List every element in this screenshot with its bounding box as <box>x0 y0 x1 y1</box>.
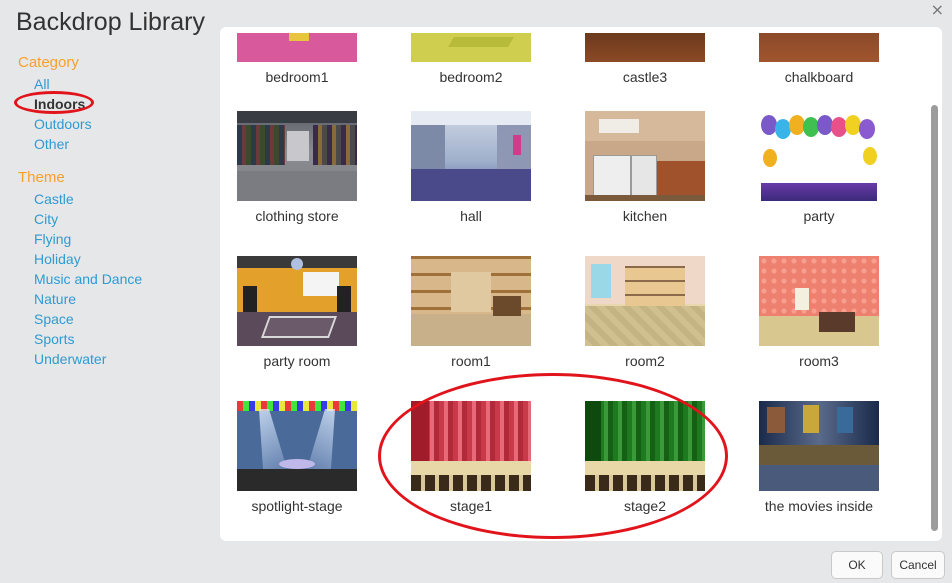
backdrop-thumbnail <box>411 401 531 491</box>
theme-underwater[interactable]: Underwater <box>18 349 208 369</box>
theme-castle[interactable]: Castle <box>18 189 208 209</box>
backdrop-label: bedroom1 <box>265 69 329 85</box>
backdrop-thumbnail <box>411 256 531 346</box>
backdrop-tile-the-movies-inside[interactable]: the movies inside <box>754 401 884 514</box>
backdrop-label: room3 <box>799 353 839 369</box>
backdrop-label: room1 <box>451 353 491 369</box>
thumb-area: bedroom1 bedroom2 castle3 chalkboard clo… <box>220 27 920 541</box>
backdrop-thumbnail <box>585 33 705 62</box>
sidebar: Category All Indoors Outdoors Other Them… <box>14 54 208 369</box>
category-indoors[interactable]: Indoors <box>14 91 208 114</box>
theme-space[interactable]: Space <box>18 309 208 329</box>
backdrop-label: stage1 <box>449 498 493 514</box>
backdrop-tile-castle3[interactable]: castle3 <box>580 33 710 85</box>
backdrop-thumbnail <box>585 401 705 491</box>
backdrop-tile-stage2[interactable]: stage2 <box>580 401 710 514</box>
backdrop-thumbnail <box>585 256 705 346</box>
backdrop-thumbnail <box>759 111 879 201</box>
scrollbar-thumb[interactable] <box>931 105 938 531</box>
backdrop-tile-chalkboard[interactable]: chalkboard <box>754 33 884 85</box>
theme-city[interactable]: City <box>18 209 208 229</box>
category-heading: Category <box>18 54 79 71</box>
backdrop-tile-hall[interactable]: hall <box>406 111 536 224</box>
theme-flying[interactable]: Flying <box>18 229 208 249</box>
backdrop-thumbnail <box>759 401 879 491</box>
backdrop-thumbnail <box>759 33 879 62</box>
backdrop-label: party room <box>263 353 331 369</box>
backdrop-label: chalkboard <box>784 69 854 85</box>
category-outdoors[interactable]: Outdoors <box>18 114 208 134</box>
backdrop-label: the movies inside <box>764 498 874 514</box>
backdrop-label: clothing store <box>255 208 339 224</box>
backdrop-tile-bedroom2[interactable]: bedroom2 <box>406 33 536 85</box>
theme-holiday[interactable]: Holiday <box>18 249 208 269</box>
backdrop-tile-bedroom1[interactable]: bedroom1 <box>232 33 362 85</box>
annotation-circle-indoors <box>14 91 94 114</box>
cancel-button[interactable]: Cancel <box>891 551 945 579</box>
ok-button[interactable]: OK <box>831 551 883 579</box>
backdrop-tile-spotlight-stage[interactable]: spotlight-stage <box>232 401 362 514</box>
backdrop-label: castle3 <box>622 69 668 85</box>
backdrop-thumbnail <box>237 111 357 201</box>
backdrop-label: hall <box>460 208 482 224</box>
backdrop-thumbnail <box>411 33 531 62</box>
backdrop-tile-party[interactable]: party <box>754 111 884 224</box>
backdrop-tile-stage1[interactable]: stage1 <box>406 401 536 514</box>
theme-heading: Theme <box>18 169 65 186</box>
backdrop-label: spotlight-stage <box>251 498 343 514</box>
backdrop-thumbnail <box>759 256 879 346</box>
backdrop-label: party <box>803 208 835 224</box>
backdrop-tile-room3[interactable]: room3 <box>754 256 884 369</box>
backdrop-thumbnail <box>237 33 357 62</box>
backdrop-thumbnail <box>411 111 531 201</box>
backdrop-thumbnail <box>585 111 705 201</box>
backdrop-tile-clothing-store[interactable]: clothing store <box>232 111 362 224</box>
backdrop-tile-room2[interactable]: room2 <box>580 256 710 369</box>
backdrop-tile-party-room[interactable]: party room <box>232 256 362 369</box>
backdrop-grid: bedroom1 bedroom2 castle3 chalkboard clo… <box>220 27 942 541</box>
theme-sports[interactable]: Sports <box>18 329 208 349</box>
backdrop-label: stage2 <box>623 498 667 514</box>
theme-nature[interactable]: Nature <box>18 289 208 309</box>
backdrop-label: bedroom2 <box>439 69 503 85</box>
backdrop-label: room2 <box>625 353 665 369</box>
backdrop-thumbnail <box>237 256 357 346</box>
close-icon[interactable]: × <box>931 0 944 19</box>
backdrop-tile-kitchen[interactable]: kitchen <box>580 111 710 224</box>
backdrop-label: kitchen <box>622 208 668 224</box>
scrollbar[interactable] <box>931 37 938 533</box>
backdrop-thumbnail <box>237 401 357 491</box>
theme-music-and-dance[interactable]: Music and Dance <box>18 269 208 289</box>
category-other[interactable]: Other <box>18 134 208 154</box>
backdrop-tile-room1[interactable]: room1 <box>406 256 536 369</box>
dialog-title: Backdrop Library <box>16 8 205 36</box>
